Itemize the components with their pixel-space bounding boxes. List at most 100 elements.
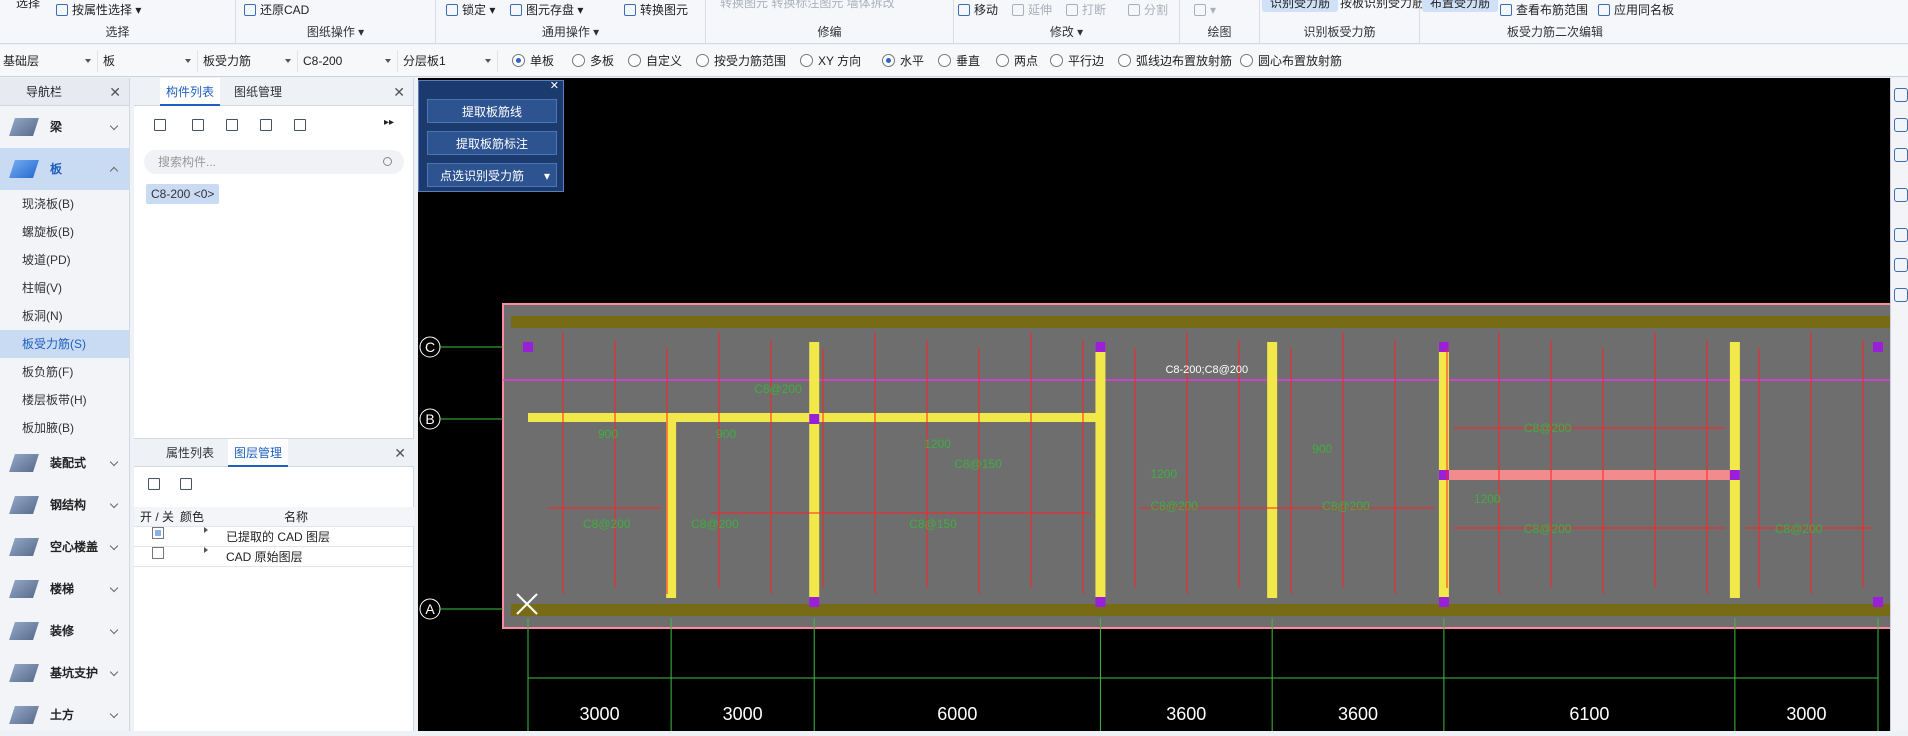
identify-by-slab-button[interactable]: 按板识别受力筋 <box>1340 0 1424 12</box>
component-item[interactable]: C8-200 <0> <box>146 184 220 204</box>
tab-layer-manage[interactable]: 图层管理 <box>228 439 289 467</box>
nav-category[interactable]: 空心楼盖 <box>0 526 129 568</box>
restore-icon <box>244 4 256 16</box>
lock-button[interactable]: 锁定 ▾ <box>444 1 495 19</box>
view-icon[interactable] <box>1894 88 1908 102</box>
nav-subitem[interactable]: 柱帽(V) <box>0 274 129 302</box>
new-component-button[interactable] <box>148 114 172 136</box>
show-all-layers-button[interactable] <box>142 473 166 495</box>
apply-same-slab-button[interactable]: 应用同名板 <box>1596 1 1674 19</box>
close-icon[interactable]: ✕ <box>109 78 121 106</box>
save-icon <box>510 4 522 16</box>
nav-category[interactable]: 装配式 <box>0 442 129 484</box>
nav-category[interactable]: 装修 <box>0 610 129 652</box>
store-element-button[interactable]: 图元存盘 ▾ <box>508 1 583 19</box>
3d-icon[interactable] <box>1894 118 1908 132</box>
nav-category[interactable]: 板 <box>0 148 129 190</box>
spec-select[interactable]: C8-200 <box>300 50 398 72</box>
break-button[interactable]: 打断 <box>1064 1 1106 19</box>
delete-button[interactable] <box>220 114 244 136</box>
nav-category[interactable]: 梁 <box>0 106 129 148</box>
radio-dot-icon <box>1050 54 1063 67</box>
column-marker <box>1729 470 1740 480</box>
select-button[interactable]: 选择 <box>4 0 40 12</box>
nav-top-categories: 梁板 <box>0 106 129 190</box>
layers-icon <box>148 478 160 490</box>
list-icon[interactable] <box>1894 288 1908 302</box>
radio-option[interactable]: 按受力筋范围 <box>696 53 786 69</box>
radio-option[interactable]: 圆心布置放射筋 <box>1240 53 1342 69</box>
move-button[interactable]: 移动 <box>956 1 998 19</box>
nav-subitem[interactable]: 板受力筋(S) <box>0 330 129 358</box>
cad-canvas[interactable]: 3000 3000 6000 3600 3600 6100 3000 C B A C8@200 C8@… <box>418 78 1890 731</box>
component-search-input[interactable]: 搜索构件... <box>144 150 404 174</box>
nav-subitem[interactable]: 板洞(N) <box>0 302 129 330</box>
cad-drawing[interactable]: 3000 3000 6000 3600 3600 6100 3000 C B A C8@200 C8@… <box>418 78 1890 731</box>
close-icon[interactable]: ✕ <box>550 79 559 92</box>
layer-copy-button[interactable] <box>288 114 312 136</box>
extract-rebar-labels-button[interactable]: 提取板筋标注 <box>427 131 557 155</box>
tab-properties[interactable]: 属性列表 <box>160 439 220 467</box>
hide-all-layers-button[interactable] <box>174 473 198 495</box>
select-icon[interactable] <box>1894 228 1908 242</box>
radio-option[interactable]: 垂直 <box>938 53 980 69</box>
nav-category[interactable]: 基坑支护 <box>0 652 129 694</box>
nav-category[interactable]: 土方 <box>0 694 129 736</box>
column-marker <box>1095 342 1106 352</box>
restore-cad-button[interactable]: 还原CAD <box>242 1 309 19</box>
nav-subitem[interactable]: 楼层板带(H) <box>0 386 129 414</box>
expand-icon[interactable] <box>204 527 208 533</box>
rebar-label: C8@200 <box>583 517 631 531</box>
box-icon[interactable] <box>1894 258 1908 272</box>
extend-button[interactable]: 延伸 <box>1010 1 1052 19</box>
nav-category[interactable]: 钢结构 <box>0 484 129 526</box>
nav-subitem[interactable]: 板负筋(F) <box>0 358 129 386</box>
radio-option[interactable]: 平行边 <box>1050 53 1104 69</box>
nav-category[interactable]: 楼梯 <box>0 568 129 610</box>
chevron-down-icon[interactable]: ▾ <box>544 164 550 188</box>
identify-rebar-button[interactable]: 识别受力筋 <box>1262 0 1339 12</box>
draw-group: ▾ 绘图 <box>1180 0 1260 44</box>
split-button[interactable]: 分割 <box>1126 1 1168 19</box>
layer-select[interactable]: 分层板1 <box>400 50 498 72</box>
expand-icon[interactable] <box>204 547 208 553</box>
nav-subitem[interactable]: 现浇板(B) <box>0 190 129 218</box>
subtype-select[interactable]: 板受力筋 <box>200 50 298 72</box>
arc-draw-button[interactable]: ▾ <box>1192 1 1216 19</box>
layer-copy-icon <box>294 119 306 131</box>
type-select[interactable]: 板 <box>100 50 198 72</box>
layer-toggle-checkbox[interactable] <box>152 547 164 559</box>
layer-toggle-checkbox[interactable] <box>152 527 164 539</box>
more-button[interactable]: ▸▸ <box>376 114 400 136</box>
tab-drawing-manage[interactable]: 图纸管理 <box>228 78 288 106</box>
layer-row[interactable]: 已提取的 CAD 图层 <box>134 527 414 547</box>
floor-select[interactable]: 基础层 <box>0 50 98 72</box>
click-identify-button[interactable]: 点选识别受力筋 ▾ <box>427 163 557 187</box>
radio-option[interactable]: 多板 <box>572 53 614 69</box>
close-icon[interactable]: ✕ <box>394 445 406 462</box>
layer-row[interactable]: CAD 原始图层 <box>134 547 414 567</box>
duplicate-button[interactable] <box>254 114 278 136</box>
close-icon[interactable]: ✕ <box>393 84 405 101</box>
nav-subitem[interactable]: 板加腋(B) <box>0 414 129 442</box>
radio-label: 垂直 <box>956 54 981 68</box>
extract-rebar-lines-button[interactable]: 提取板筋线 <box>427 99 557 123</box>
beam-vertical <box>1267 342 1278 598</box>
tab-component-list[interactable]: 构件列表 <box>160 78 221 106</box>
layout-rebar-button[interactable]: 布置受力筋 <box>1422 0 1499 12</box>
radio-option[interactable]: 水平 <box>882 53 924 69</box>
radio-option[interactable]: XY 方向 <box>800 53 861 69</box>
copy-button[interactable] <box>186 114 210 136</box>
nav-subitem[interactable]: 螺旋板(B) <box>0 218 129 246</box>
nav-subitems: 现浇板(B) 螺旋板(B) 坡道(PD) 柱帽(V) 板洞(N) 板受力筋(S) 板负筋(F… <box>0 190 129 442</box>
convert-element-button[interactable]: 转换图元 <box>622 1 688 19</box>
cube-icon[interactable] <box>1894 188 1908 202</box>
filter-select-button[interactable]: 按属性选择 ▾ <box>54 1 141 19</box>
nav-subitem[interactable]: 坡道(PD) <box>0 246 129 274</box>
radio-option[interactable]: 两点 <box>996 53 1038 69</box>
layer-icon[interactable] <box>1894 148 1908 162</box>
radio-option[interactable]: 单板 <box>512 53 554 69</box>
radio-option[interactable]: 弧线边布置放射筋 <box>1118 53 1232 69</box>
radio-option[interactable]: 自定义 <box>628 53 682 69</box>
view-range-button[interactable]: 查看布筋范围 <box>1498 1 1588 19</box>
